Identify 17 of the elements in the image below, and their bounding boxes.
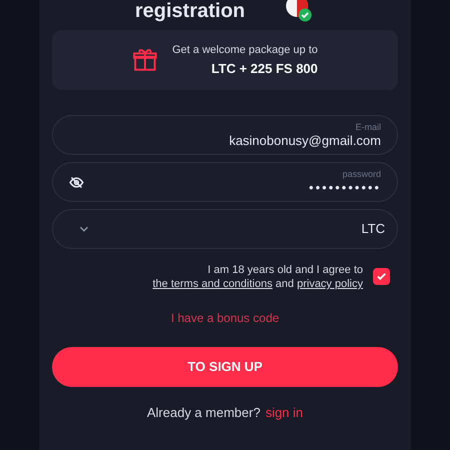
password-field[interactable]: password •••••••••••: [52, 162, 398, 202]
terms-link[interactable]: the terms and conditions: [152, 278, 272, 290]
email-field[interactable]: E-mail kasinobonusy@gmail.com: [52, 115, 398, 155]
agreement-checkbox[interactable]: [373, 268, 390, 285]
form-title: registration: [134, 0, 246, 22]
privacy-link[interactable]: privacy policy: [296, 278, 363, 290]
eye-slash-icon: [69, 174, 84, 190]
sign-in-link[interactable]: sign in: [265, 403, 304, 422]
member-prompt: Already a member?: [146, 404, 260, 422]
check-icon: [376, 271, 387, 282]
promo-amount: LTC + 225 FS 800: [211, 60, 318, 78]
gift-icon: [132, 47, 158, 73]
sign-up-button[interactable]: TO SIGN UP: [52, 347, 398, 387]
agreement-text: I am 18 years old and I agree to the terms and conditions and privacy policy: [152, 263, 363, 291]
bonus-code-link[interactable]: I have a bonus code: [170, 309, 280, 327]
currency-select[interactable]: LTC: [52, 209, 398, 249]
promo-text: Get a welcome package up to: [172, 43, 318, 58]
